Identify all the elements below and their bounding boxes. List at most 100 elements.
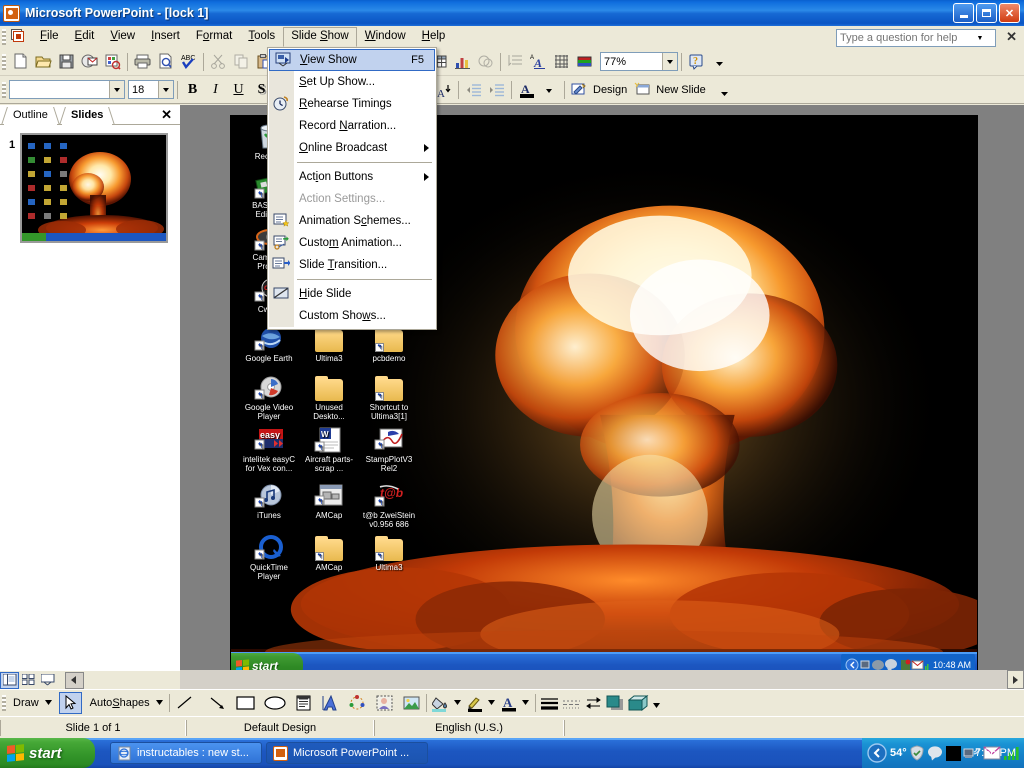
close-button[interactable]: ✕ xyxy=(999,3,1020,23)
scroll-left-button[interactable] xyxy=(65,671,84,689)
text-box-icon[interactable] xyxy=(292,692,315,714)
toolbar-options-icon[interactable] xyxy=(651,692,663,714)
maximize-button[interactable] xyxy=(976,3,997,23)
search-icon[interactable] xyxy=(101,51,124,73)
slide-sorter-view-icon[interactable] xyxy=(19,672,38,689)
toolbar-options-icon[interactable] xyxy=(714,79,737,101)
menu-grip[interactable] xyxy=(2,28,6,45)
select-objects-icon[interactable] xyxy=(58,692,82,714)
design-label[interactable]: Design xyxy=(591,84,631,96)
insert-chart-icon[interactable] xyxy=(451,51,474,73)
shadow-style-icon[interactable] xyxy=(605,692,627,714)
show-grid-icon[interactable] xyxy=(550,51,573,73)
menu-item-animation-schemes[interactable]: Animation Schemes... xyxy=(268,210,436,232)
font-size-combo[interactable]: 18 xyxy=(128,80,174,99)
expand-all-icon[interactable] xyxy=(504,51,527,73)
menu-item-custom-shows[interactable]: Custom Shows... xyxy=(268,305,436,327)
shield-icon[interactable] xyxy=(909,745,925,761)
temperature-indicator[interactable]: 54° xyxy=(890,747,907,759)
show-formatting-icon[interactable]: AA xyxy=(527,51,550,73)
desktop-icon-aircraft-parts[interactable]: W ↰ Aircraft parts-scrap ... xyxy=(299,423,359,473)
insert-clip-art-icon[interactable] xyxy=(373,692,396,714)
menu-slide-show[interactable]: Slide Show xyxy=(283,26,357,47)
menu-item-record-narration[interactable]: Record Narration... xyxy=(268,115,436,137)
menu-window[interactable]: Window xyxy=(357,27,414,46)
messenger-icon[interactable] xyxy=(927,745,944,761)
black-icon[interactable] xyxy=(945,745,961,761)
spelling-icon[interactable]: ABC xyxy=(177,51,200,73)
slide-show-view-icon[interactable] xyxy=(38,672,57,689)
wordart-icon[interactable] xyxy=(319,692,342,714)
rectangle-icon[interactable] xyxy=(235,692,258,714)
desktop-icon-itunes[interactable]: ↰ iTunes xyxy=(239,479,299,523)
underline-icon[interactable]: U xyxy=(227,79,250,101)
horizontal-scrollbar[interactable] xyxy=(180,670,1024,689)
design-icon[interactable] xyxy=(568,79,591,101)
3d-style-icon[interactable] xyxy=(627,692,651,714)
font-color-dropdown-icon[interactable] xyxy=(538,79,561,101)
menu-item-rehearse-timings[interactable]: Rehearse Timings xyxy=(268,93,436,115)
desktop-icon-amcap[interactable]: ↰ AMCap xyxy=(299,479,359,523)
bold-icon[interactable]: B xyxy=(181,79,204,101)
new-icon[interactable] xyxy=(9,51,32,73)
desktop-icon-unused-desktop[interactable]: Unused Deskto... xyxy=(299,371,359,421)
menu-item-hide-slide[interactable]: Hide Slide xyxy=(268,283,436,305)
menu-insert[interactable]: Insert xyxy=(143,27,188,46)
line-style-icon[interactable] xyxy=(539,692,561,714)
decrease-indent-icon[interactable] xyxy=(462,79,485,101)
normal-view-icon[interactable] xyxy=(0,671,19,689)
desktop-icon-ultima3-folder[interactable]: ↰ Ultima3 xyxy=(359,531,419,575)
print-icon[interactable] xyxy=(131,51,154,73)
desktop-icon-easyc[interactable]: easy ↰ intelitek easyC for Vex con... xyxy=(239,423,299,473)
help-icon[interactable]: ? xyxy=(685,51,708,73)
standard-toolbar-grip[interactable] xyxy=(2,53,6,70)
line-icon[interactable] xyxy=(173,692,196,714)
menu-view[interactable]: View xyxy=(102,27,143,46)
minimize-button[interactable] xyxy=(953,3,974,23)
taskbar-button-instructables[interactable]: instructables : new st... xyxy=(110,742,262,764)
scroll-right-button[interactable] xyxy=(1007,670,1024,689)
menu-tools[interactable]: Tools xyxy=(240,27,283,46)
tab-outline[interactable]: Outline xyxy=(1,107,60,125)
menu-item-custom-animation[interactable]: Custom Animation... xyxy=(268,232,436,254)
ask-a-question-box[interactable]: ▼ xyxy=(836,29,996,47)
zoom-combo[interactable]: 77% xyxy=(600,52,678,71)
drawing-toolbar-grip[interactable] xyxy=(2,695,6,711)
menu-item-action-buttons[interactable]: Action Buttons xyxy=(268,166,436,188)
desktop-icon-shortcut-ultima3[interactable]: ↰ Shortcut to Ultima3[1] xyxy=(359,371,419,421)
autoshapes-dropdown-icon[interactable] xyxy=(154,692,166,714)
draw-menu-button[interactable]: Draw xyxy=(9,697,43,709)
show-hidden-icon[interactable] xyxy=(866,742,888,764)
tab-slides[interactable]: Slides xyxy=(59,107,116,125)
font-name-combo[interactable] xyxy=(9,80,125,99)
draw-dropdown-icon[interactable] xyxy=(43,692,55,714)
menu-format[interactable]: Format xyxy=(188,27,240,46)
arrow-icon[interactable] xyxy=(206,692,229,714)
fill-color-dropdown-icon[interactable] xyxy=(453,692,464,714)
menu-help[interactable]: Help xyxy=(414,27,454,46)
menubar-close-icon[interactable]: ✕ xyxy=(1006,30,1017,44)
open-icon[interactable] xyxy=(32,51,55,73)
italic-icon[interactable]: I xyxy=(204,79,227,101)
menu-item-slide-transition[interactable]: Slide Transition... xyxy=(268,254,436,276)
menu-edit[interactable]: Edit xyxy=(67,27,103,46)
print-preview-icon[interactable] xyxy=(154,51,177,73)
font-color-dropdown-icon[interactable] xyxy=(521,692,532,714)
toolbar-options-icon[interactable] xyxy=(708,51,731,73)
font-color-icon[interactable]: A xyxy=(498,692,521,714)
cut-icon[interactable] xyxy=(207,51,230,73)
font-size-dropdown-icon[interactable] xyxy=(158,81,173,98)
start-button[interactable]: start xyxy=(0,738,95,768)
desktop-icon-stampplot[interactable]: ↰ StampPlotV3 Rel2 xyxy=(359,423,419,473)
taskbar-button-powerpoint[interactable]: Microsoft PowerPoint ... xyxy=(266,742,428,764)
desktop-icon-quicktime[interactable]: ↰ QuickTime Player xyxy=(239,531,299,581)
font-color-icon[interactable]: A xyxy=(515,79,538,101)
desktop-icon-amcap-folder[interactable]: ↰ AMCap xyxy=(299,531,359,575)
menu-file[interactable]: File xyxy=(32,27,67,46)
zoom-dropdown-icon[interactable] xyxy=(662,53,677,70)
desktop-icon-google-video-player[interactable]: ↰ Google Video Player xyxy=(239,371,299,421)
dash-style-icon[interactable] xyxy=(561,692,583,714)
oval-icon[interactable] xyxy=(262,692,288,714)
autoshapes-menu-button[interactable]: AutoShapes xyxy=(88,697,154,709)
ask-a-question-input[interactable] xyxy=(837,30,973,46)
